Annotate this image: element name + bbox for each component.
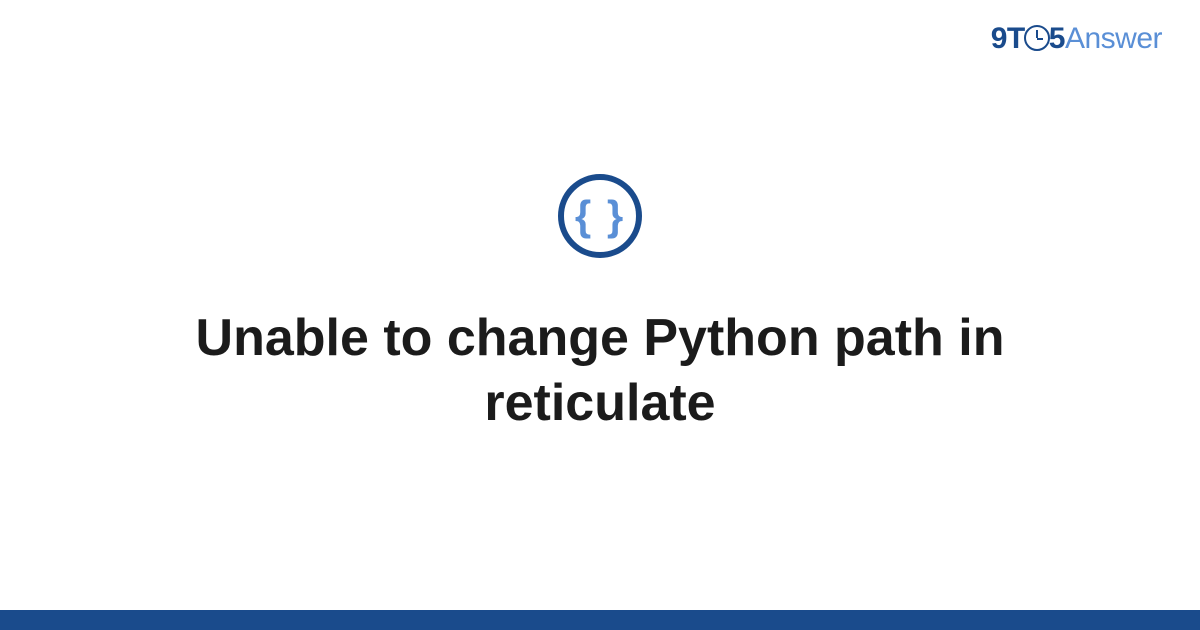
code-braces-icon: { } xyxy=(558,174,642,258)
main-content: { } Unable to change Python path in reti… xyxy=(0,0,1200,610)
page-title: Unable to change Python path in reticula… xyxy=(100,306,1100,436)
braces-glyph: { } xyxy=(575,195,625,237)
footer-bar xyxy=(0,610,1200,630)
